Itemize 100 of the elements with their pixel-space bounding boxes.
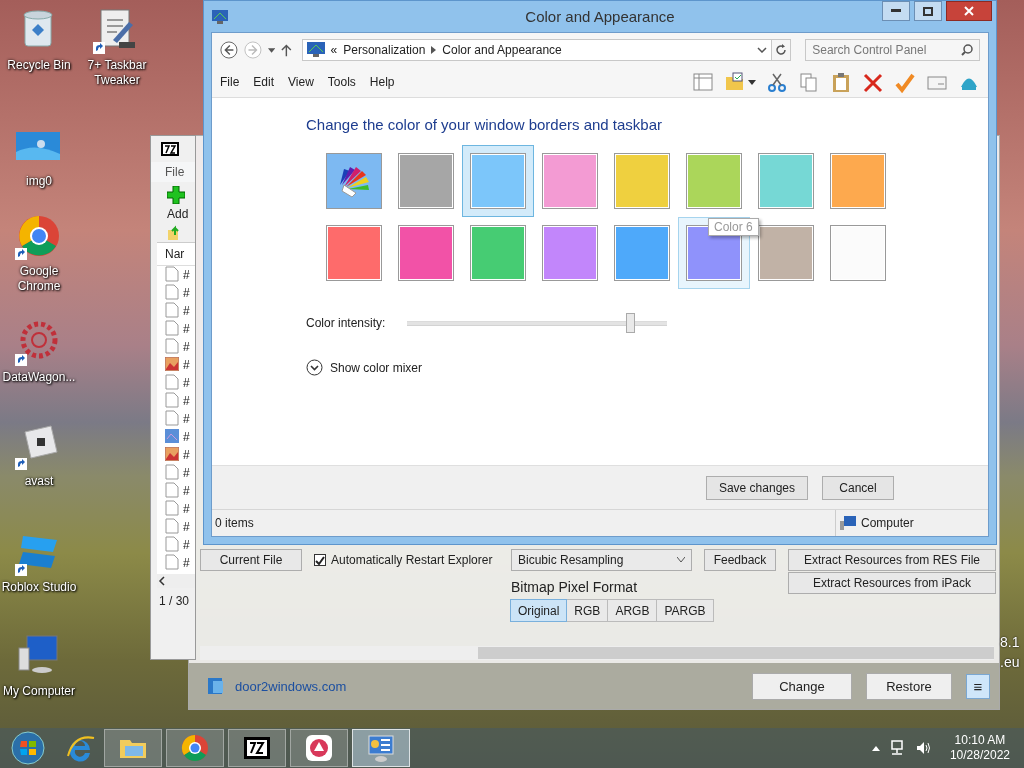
icon-label: DataWagon... <box>1 370 77 385</box>
status-text: 1 / 30 <box>159 594 190 608</box>
control-panel-icon <box>212 9 228 24</box>
extract-button[interactable]: Extract Resources from iPack <box>788 572 996 594</box>
file-icon <box>165 265 179 285</box>
caret-icon[interactable] <box>267 47 275 53</box>
archive-app-icon[interactable] <box>228 729 286 767</box>
feedback-button[interactable]: Feedback <box>704 549 776 571</box>
file-name[interactable]: # <box>183 538 190 552</box>
format-option[interactable]: ARGB <box>607 599 658 622</box>
status-location: Computer <box>861 516 914 530</box>
file-name[interactable]: # <box>183 394 190 408</box>
save-changes-button[interactable]: Save changes <box>705 475 808 500</box>
chevron-right-icon[interactable] <box>431 46 437 54</box>
change-button[interactable]: Change <box>752 672 852 700</box>
icon-label: My Computer <box>2 684 76 699</box>
desktop-text: 8.1 <box>1000 633 1020 652</box>
search-field[interactable]: Search Control Panel <box>805 39 980 61</box>
file-name[interactable]: # <box>183 286 190 300</box>
file-icon <box>165 319 179 339</box>
file-name[interactable]: # <box>183 502 190 516</box>
file-name[interactable]: # <box>183 484 190 498</box>
desktop-text: .eu <box>1000 653 1020 672</box>
minimize-icon <box>891 9 901 13</box>
image-file-icon <box>165 356 179 374</box>
file-name[interactable]: # <box>183 268 190 282</box>
menu-button[interactable]: ≡ <box>966 673 990 699</box>
menu-item[interactable]: Edit <box>253 75 275 89</box>
scissors-icon[interactable] <box>766 71 788 93</box>
file-name[interactable]: # <box>183 430 190 444</box>
expand-icon[interactable] <box>306 359 323 376</box>
file-name[interactable]: # <box>183 412 190 426</box>
clipboard-icon[interactable] <box>830 71 852 93</box>
file-name[interactable]: # <box>183 340 190 354</box>
close-button[interactable] <box>946 1 992 21</box>
show-hidden-icons-icon[interactable] <box>871 745 880 751</box>
file-name[interactable]: # <box>183 556 190 570</box>
menu-item[interactable]: View <box>288 75 314 89</box>
column-header[interactable]: Nar <box>165 247 185 261</box>
color-mixer-toggle[interactable]: Show color mixer <box>330 360 423 375</box>
menu-item[interactable]: Help <box>369 75 395 89</box>
clock[interactable]: 10:10 AM 10/28/2022 <box>949 733 1010 763</box>
checkbox[interactable] <box>314 554 326 566</box>
file-icon <box>165 535 179 555</box>
archive-app-icon <box>161 142 179 156</box>
volume-icon[interactable] <box>915 740 932 756</box>
file-name[interactable]: # <box>183 358 190 372</box>
maximize-button[interactable] <box>914 1 942 21</box>
layout-pane-icon[interactable] <box>692 71 714 93</box>
format-option[interactable]: PARGB <box>656 599 714 622</box>
icon-label: Roblox Studio <box>0 580 78 595</box>
file-name[interactable]: # <box>183 520 190 534</box>
checkmark-icon[interactable] <box>894 71 916 93</box>
slider-thumb[interactable] <box>625 313 635 333</box>
scroll-left-icon[interactable] <box>157 574 167 588</box>
add-button[interactable]: Add <box>167 207 195 221</box>
image-file-icon <box>165 446 179 464</box>
slider-label: Color intensity: <box>306 316 386 330</box>
file-icon <box>165 499 179 519</box>
file-icon <box>165 481 179 501</box>
up-icon[interactable] <box>280 43 292 57</box>
format-option[interactable]: RGB <box>566 599 609 622</box>
gear-app-icon[interactable] <box>290 729 348 767</box>
copy-icon[interactable] <box>798 71 820 93</box>
color-swatch[interactable] <box>462 145 534 217</box>
folder-check-icon[interactable] <box>724 71 746 93</box>
restore-button[interactable]: Restore <box>866 672 952 700</box>
delete-icon[interactable] <box>862 71 884 93</box>
cancel-button[interactable]: Cancel <box>822 475 894 500</box>
folder-icon[interactable] <box>104 729 162 767</box>
file-name[interactable]: # <box>183 448 190 462</box>
file-name[interactable]: # <box>183 376 190 390</box>
format-option[interactable]: Original <box>510 599 568 622</box>
start-button[interactable] <box>10 730 46 766</box>
close-icon <box>964 6 974 16</box>
resampling-dropdown[interactable]: Bicubic Resampling <box>511 549 692 571</box>
file-name[interactable]: # <box>183 304 190 318</box>
file-icon <box>165 283 179 303</box>
control-panel-icon[interactable] <box>352 729 410 767</box>
website-link[interactable]: door2windows.com <box>235 678 347 694</box>
chevron-down-icon[interactable] <box>757 47 768 53</box>
status-text: 0 items <box>214 516 254 530</box>
back-icon[interactable] <box>220 40 238 60</box>
refresh-button[interactable] <box>771 39 792 61</box>
icon-label: 7+ Taskbar Tweaker <box>86 58 148 88</box>
address-bar[interactable]: « Personalization Color and Appearance <box>301 39 773 61</box>
chevron-down-icon <box>677 557 685 563</box>
file-name[interactable]: # <box>183 322 190 336</box>
horizontal-scrollbar[interactable] <box>200 646 994 660</box>
network-icon[interactable] <box>889 740 906 756</box>
caret-icon[interactable] <box>748 79 756 85</box>
file-icon <box>165 409 179 429</box>
menu-item[interactable]: Tools <box>327 75 356 89</box>
file-icon <box>165 373 179 393</box>
file-name[interactable]: # <box>183 466 190 480</box>
minimize-button[interactable] <box>882 1 910 21</box>
extract-button[interactable]: Extract Resources from RES File <box>788 549 996 571</box>
current-file-button[interactable]: Current File <box>200 549 302 571</box>
icon-label: Recycle Bin <box>6 58 72 73</box>
menu-item[interactable]: File <box>220 75 240 89</box>
